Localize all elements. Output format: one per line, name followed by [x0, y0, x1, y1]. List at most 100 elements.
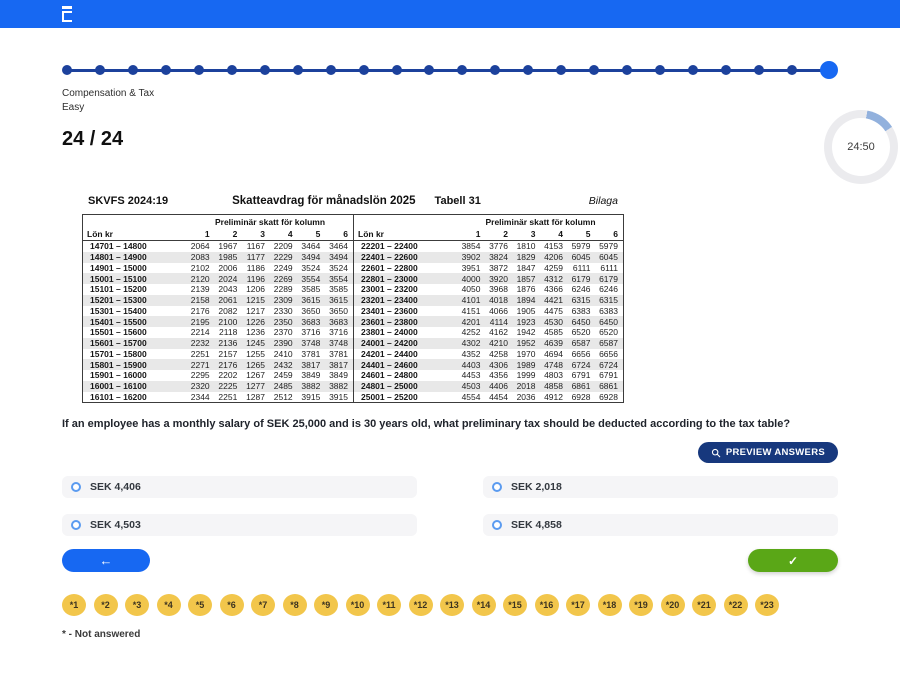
answer-option[interactable]: SEK 4,503 [62, 514, 417, 536]
table-row: 22801 – 23000 4000 3920 1857 4312 6179 6… [354, 273, 623, 284]
progress-dot-13[interactable] [457, 65, 467, 75]
question-badge[interactable]: *7 [251, 594, 275, 616]
progress-dot-6[interactable] [227, 65, 237, 75]
progress-dot-1[interactable] [62, 65, 72, 75]
question-badge[interactable]: *19 [629, 594, 653, 616]
table-row: 23201 – 23400 4101 4018 1894 4421 6315 6… [354, 295, 623, 306]
progress-dot-16[interactable] [556, 65, 566, 75]
answer-options: SEK 4,406 SEK 2,018 SEK 4,503 SEK 4,858 [62, 476, 838, 536]
submit-button[interactable]: ✓ [748, 549, 838, 572]
tax-table-right-half: Preliminär skatt för kolumn Lön kr 1 2 3… [353, 215, 623, 402]
progress-dot-8[interactable] [293, 65, 303, 75]
progress-dot-3[interactable] [128, 65, 138, 75]
table-row: 14901 – 15000 2102 2006 1186 2249 3524 3… [83, 263, 353, 274]
salary-column-header: Lön kr [354, 229, 458, 239]
table-row: 15501 – 15600 2214 2118 1236 2370 3716 3… [83, 327, 353, 338]
table-row: 14801 – 14900 2083 1985 1177 2229 3494 3… [83, 252, 353, 263]
question-badge[interactable]: *11 [377, 594, 401, 616]
progress-dot-2[interactable] [95, 65, 105, 75]
table-row: 23801 – 24000 4252 4162 1942 4585 6520 6… [354, 327, 623, 338]
top-app-bar [0, 0, 900, 28]
table-row: 15101 – 15200 2139 2043 1206 2289 3585 3… [83, 284, 353, 295]
table-row: 24201 – 24400 4352 4258 1970 4694 6656 6… [354, 349, 623, 360]
progress-dot-23[interactable] [787, 65, 797, 75]
check-icon: ✓ [788, 554, 798, 568]
question-badge[interactable]: *4 [157, 594, 181, 616]
question-badge[interactable]: *9 [314, 594, 338, 616]
progress-dot-11[interactable] [392, 65, 402, 75]
brand-logo-icon [62, 6, 72, 22]
question-badge[interactable]: *17 [566, 594, 590, 616]
preview-answers-label: PREVIEW ANSWERS [726, 447, 825, 458]
question-badge[interactable]: *2 [94, 594, 118, 616]
doc-table-number: Tabell 31 [435, 195, 481, 207]
question-badge[interactable]: *10 [346, 594, 370, 616]
question-badge[interactable]: *1 [62, 594, 86, 616]
doc-annex-label: Bilaga [589, 195, 618, 207]
question-badge[interactable]: *14 [472, 594, 496, 616]
table-row: 25001 – 25200 4554 4454 2036 4912 6928 6… [354, 392, 623, 403]
progress-dot-10[interactable] [359, 65, 369, 75]
question-badge[interactable]: *6 [220, 594, 244, 616]
progress-dot-24[interactable] [820, 61, 838, 79]
progress-dot-21[interactable] [721, 65, 731, 75]
progress-dot-5[interactable] [194, 65, 204, 75]
not-answered-footnote: * - Not answered [62, 629, 838, 640]
table-row: 15201 – 15300 2158 2061 1215 2309 3615 3… [83, 295, 353, 306]
tax-table-document: SKVFS 2024:19 Skatteavdrag för månadslön… [82, 195, 622, 403]
progress-dot-9[interactable] [326, 65, 336, 75]
question-badge[interactable]: *13 [440, 594, 464, 616]
table-row: 14701 – 14800 2064 1967 1167 2209 3464 3… [83, 241, 353, 252]
question-badge[interactable]: *8 [283, 594, 307, 616]
doc-title: Skatteavdrag för månadslön 2025 [232, 195, 415, 207]
radio-icon[interactable] [71, 520, 81, 530]
question-badge[interactable]: *15 [503, 594, 527, 616]
question-badge[interactable]: *12 [409, 594, 433, 616]
question-number-badges: *1 *2 *3 *4 *5 *6 *7 *8 *9 *10 *11 *12 *… [62, 594, 838, 616]
radio-icon[interactable] [71, 482, 81, 492]
doc-reference: SKVFS 2024:19 [88, 195, 168, 207]
progress-dot-18[interactable] [622, 65, 632, 75]
question-badge[interactable]: *16 [535, 594, 559, 616]
progress-dot-15[interactable] [523, 65, 533, 75]
table-row: 24001 – 24200 4302 4210 1952 4639 6587 6… [354, 338, 623, 349]
search-icon [711, 448, 721, 458]
question-badge[interactable]: *21 [692, 594, 716, 616]
back-button[interactable]: ← [62, 549, 150, 572]
progress-dot-22[interactable] [754, 65, 764, 75]
progress-dot-17[interactable] [589, 65, 599, 75]
progress-dot-14[interactable] [490, 65, 500, 75]
table-row: 22201 – 22400 3854 3776 1810 4153 5979 5… [354, 241, 623, 252]
tax-table-left-rows: 14701 – 14800 2064 1967 1167 2209 3464 3… [83, 241, 353, 402]
table-row: 23001 – 23200 4050 3968 1876 4366 6246 6… [354, 284, 623, 295]
progress-dot-19[interactable] [655, 65, 665, 75]
question-badge[interactable]: *20 [661, 594, 685, 616]
question-badge[interactable]: *23 [755, 594, 779, 616]
radio-icon[interactable] [492, 520, 502, 530]
answer-option[interactable]: SEK 4,858 [483, 514, 838, 536]
answer-option[interactable]: SEK 2,018 [483, 476, 838, 498]
table-row: 15401 – 15500 2195 2100 1226 2350 3683 3… [83, 316, 353, 327]
table-row: 22401 – 22600 3902 3824 1829 4206 6045 6… [354, 252, 623, 263]
table-row: 15801 – 15900 2271 2176 1265 2432 3817 3… [83, 359, 353, 370]
question-badge[interactable]: *3 [125, 594, 149, 616]
question-badge[interactable]: *5 [188, 594, 212, 616]
tax-table-right-rows: 22201 – 22400 3854 3776 1810 4153 5979 5… [354, 241, 623, 402]
progress-dot-7[interactable] [260, 65, 270, 75]
preview-answers-button[interactable]: PREVIEW ANSWERS [698, 442, 838, 463]
table-row: 24601 – 24800 4453 4356 1999 4803 6791 6… [354, 370, 623, 381]
timer-value: 24:50 [847, 141, 875, 153]
progress-dot-4[interactable] [161, 65, 171, 75]
radio-icon[interactable] [492, 482, 502, 492]
table-row: 15601 – 15700 2232 2136 1245 2390 3748 3… [83, 338, 353, 349]
column-group-header: Preliminär skatt för kolumn [458, 217, 623, 227]
column-group-header: Preliminär skatt för kolumn [187, 217, 353, 227]
countdown-timer: 24:50 [824, 110, 898, 184]
answer-option[interactable]: SEK 4,406 [62, 476, 417, 498]
table-row: 15001 – 15100 2120 2024 1196 2269 3554 3… [83, 273, 353, 284]
question-badge[interactable]: *22 [724, 594, 748, 616]
question-badge[interactable]: *18 [598, 594, 622, 616]
table-row: 23401 – 23600 4151 4066 1905 4475 6383 6… [354, 306, 623, 317]
progress-dot-12[interactable] [424, 65, 434, 75]
progress-dot-20[interactable] [688, 65, 698, 75]
